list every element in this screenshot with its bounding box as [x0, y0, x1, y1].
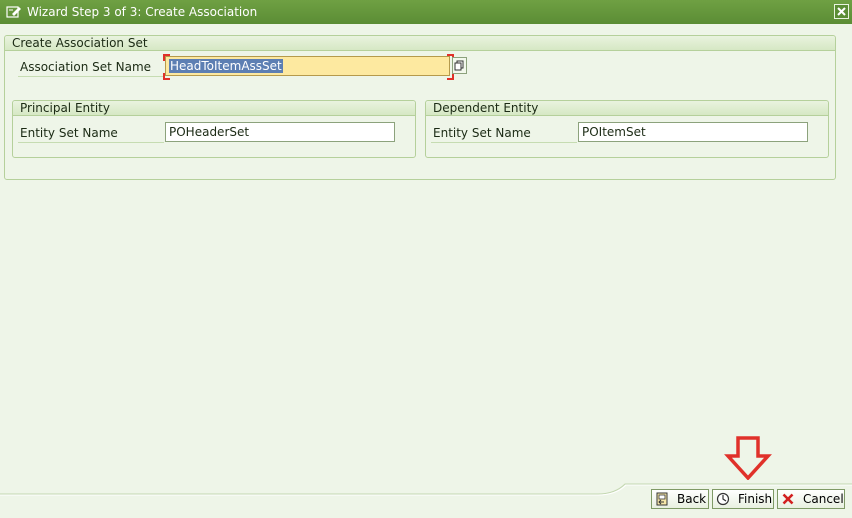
- close-icon[interactable]: [834, 4, 849, 19]
- principal-entity-set-label: Entity Set Name: [20, 126, 118, 140]
- group-header: Create Association Set: [5, 36, 835, 51]
- focus-corner: [163, 54, 170, 61]
- selected-text: HeadToItemAssSet: [169, 59, 283, 73]
- label-underline: [18, 142, 164, 143]
- back-button[interactable]: Back: [651, 489, 709, 509]
- finish-label: Finish: [738, 492, 773, 506]
- cancel-icon: [781, 492, 795, 506]
- label-underline: [431, 142, 577, 143]
- association-set-name-input[interactable]: HeadToItemAssSet: [165, 56, 450, 76]
- wizard-window-icon: [6, 5, 22, 19]
- finish-button[interactable]: Finish: [712, 489, 774, 509]
- group-header: Principal Entity: [13, 101, 415, 116]
- window-title: Wizard Step 3 of 3: Create Association: [27, 5, 258, 19]
- dependent-entity-set-label: Entity Set Name: [433, 126, 531, 140]
- focus-corner: [163, 73, 170, 80]
- label-underline: [18, 76, 164, 77]
- association-set-name-label: Association Set Name: [20, 60, 152, 74]
- finish-icon: [716, 492, 730, 506]
- title-bar: Wizard Step 3 of 3: Create Association: [0, 0, 852, 24]
- cancel-label: Cancel: [803, 492, 844, 506]
- back-label: Back: [677, 492, 707, 506]
- value-help-icon[interactable]: [452, 57, 467, 74]
- group-header: Dependent Entity: [426, 101, 828, 116]
- dependent-entity-group-title: Dependent Entity: [433, 101, 539, 115]
- focus-corner: [447, 73, 454, 80]
- red-arrow-down-icon: [724, 436, 772, 480]
- cancel-button[interactable]: Cancel: [777, 489, 845, 509]
- back-icon: [655, 492, 669, 506]
- association-set-group-title: Create Association Set: [12, 36, 148, 50]
- principal-entity-group-title: Principal Entity: [20, 101, 110, 115]
- principal-entity-set-input[interactable]: POHeaderSet: [165, 122, 395, 142]
- dependent-entity-set-input[interactable]: POItemSet: [578, 122, 808, 142]
